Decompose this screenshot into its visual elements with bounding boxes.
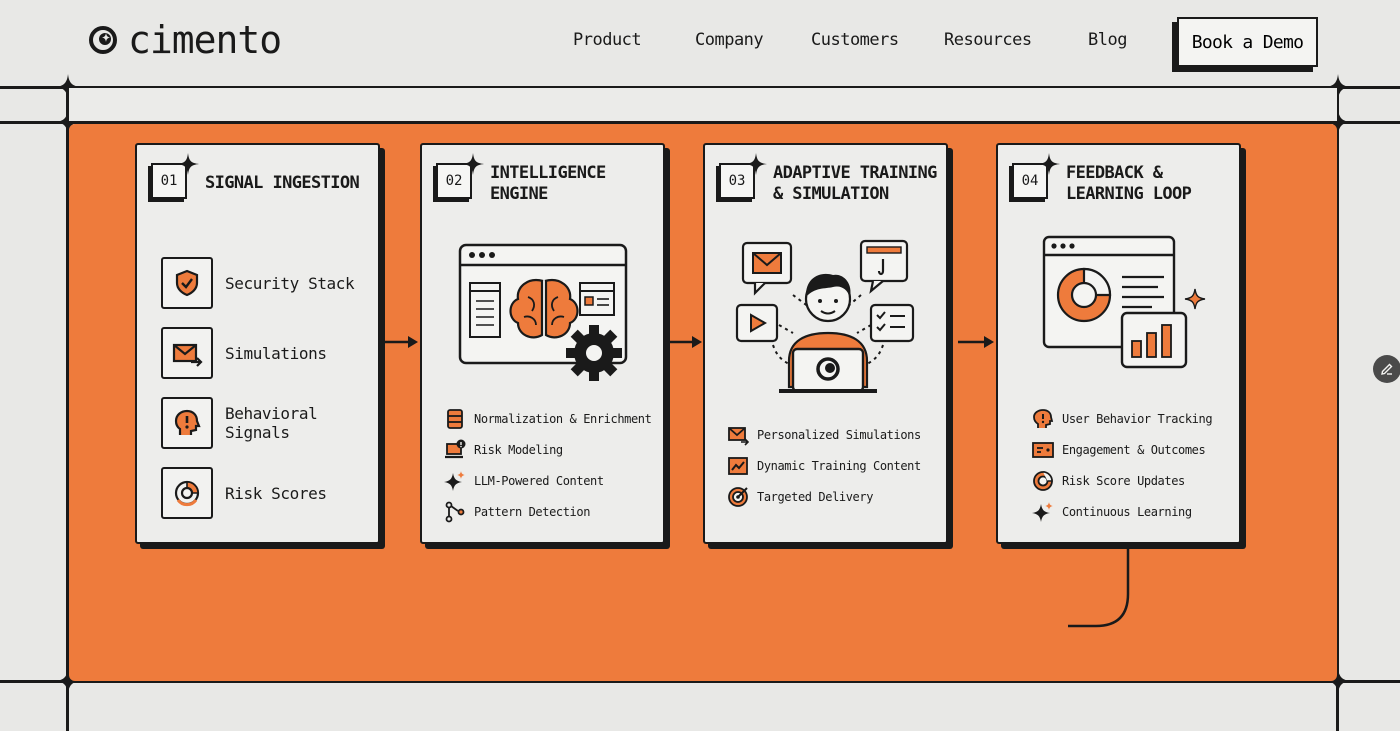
flow-icon xyxy=(445,501,465,522)
brand-name: cimento xyxy=(128,18,282,62)
step-card-feedback-loop: 04 FEEDBACK & LEARNING LOOP User Behavio… xyxy=(996,143,1241,544)
step-title: FEEDBACK & LEARNING LOOP xyxy=(1066,163,1192,204)
list-item: Dynamic Training Content xyxy=(727,450,921,481)
list-item: Risk Modeling xyxy=(444,434,651,465)
shield-check-icon xyxy=(161,257,213,309)
list-item-label: Pattern Detection xyxy=(474,504,591,519)
laptop-alert-icon xyxy=(445,439,466,458)
sparkle-icon xyxy=(1032,501,1053,522)
list-item: Personalized Simulations xyxy=(727,419,921,450)
logo-mark-icon xyxy=(89,26,117,54)
sparkle-icon xyxy=(177,153,199,175)
list-item-label: Simulations xyxy=(225,343,327,363)
step-feature-list: Normalization & Enrichment Risk Modeling… xyxy=(444,403,652,527)
step-card-intelligence-engine: 02 INTELLIGENCE ENGINE Normalization & E… xyxy=(420,143,665,544)
list-item-label: Security Stack xyxy=(225,273,355,293)
database-icon xyxy=(447,408,463,429)
edit-button[interactable] xyxy=(1373,355,1400,383)
risk-gauge-icon xyxy=(1033,470,1053,491)
list-item-label: Risk Score Updates xyxy=(1062,473,1185,488)
risk-gauge-icon xyxy=(161,467,213,519)
trend-chart-icon xyxy=(728,456,748,475)
card-icon xyxy=(1032,441,1054,458)
list-item-label: LLM-Powered Content xyxy=(474,473,604,488)
list-item: Targeted Delivery xyxy=(727,481,921,512)
sparkle-icon xyxy=(462,153,484,175)
brand-logo[interactable]: cimento xyxy=(88,18,282,62)
list-item: Engagement & Outcomes xyxy=(1032,434,1212,465)
list-item-label: Risk Modeling xyxy=(474,442,563,457)
mail-icon xyxy=(728,426,749,446)
nav-customers[interactable]: Customers xyxy=(811,30,899,50)
book-demo-button[interactable]: Book a Demo xyxy=(1177,17,1318,67)
list-item-label: User Behavior Tracking xyxy=(1062,411,1213,426)
list-item: Risk Scores xyxy=(161,467,327,519)
list-item-label: Engagement & Outcomes xyxy=(1062,442,1206,457)
step-card-signal-ingestion: 01 SIGNAL INGESTION Security Stack Simul… xyxy=(135,143,380,544)
step-feature-list: User Behavior Tracking Engagement & Outc… xyxy=(1032,403,1213,527)
brain-window-gear-illustration xyxy=(458,243,628,381)
nav-product[interactable]: Product xyxy=(573,30,642,50)
step-card-adaptive-training: 03 ADAPTIVE TRAINING & SIMULATION Person… xyxy=(703,143,948,544)
step-title: SIGNAL INGESTION xyxy=(205,173,360,193)
list-item: Risk Score Updates xyxy=(1032,465,1212,496)
list-item-label: Normalization & Enrichment xyxy=(474,411,652,426)
nav-company[interactable]: Company xyxy=(695,30,764,50)
spacer-band xyxy=(69,88,1337,121)
list-item-label: Targeted Delivery xyxy=(757,489,874,504)
sparkle-icon xyxy=(745,153,767,175)
head-alert-icon xyxy=(1033,408,1054,428)
list-item: User Behavior Tracking xyxy=(1032,403,1213,434)
arrow-right-icon xyxy=(668,336,702,348)
list-item: Pattern Detection xyxy=(444,496,651,527)
nav-blog[interactable]: Blog xyxy=(1088,30,1127,50)
head-alert-icon xyxy=(161,397,213,449)
list-item-label: Personalized Simulations xyxy=(757,427,921,442)
list-item: Normalization & Enrichment xyxy=(444,403,652,434)
step-title: INTELLIGENCE ENGINE xyxy=(490,163,606,204)
list-item: Behavioral Signals xyxy=(161,397,318,449)
sparkle-icon xyxy=(444,470,465,491)
dashboard-chart-illustration xyxy=(1042,235,1206,369)
nav-resources[interactable]: Resources xyxy=(944,30,1032,50)
step-feature-list: Personalized Simulations Dynamic Trainin… xyxy=(727,419,921,512)
arrow-right-icon xyxy=(384,336,418,348)
list-item: Security Stack xyxy=(161,257,355,309)
list-item-label: Continuous Learning xyxy=(1062,504,1192,519)
loop-connector xyxy=(1068,546,1130,628)
site-header: cimento Product Company Customers Resour… xyxy=(0,0,1400,84)
list-item: Simulations xyxy=(161,327,327,379)
list-item: Continuous Learning xyxy=(1032,496,1212,527)
sparkle-icon xyxy=(1038,153,1060,175)
target-icon xyxy=(728,486,748,507)
list-item-label: Risk Scores xyxy=(225,483,327,503)
list-item-label: Behavioral Signals xyxy=(225,404,318,442)
list-item-label: Dynamic Training Content xyxy=(757,458,921,473)
arrow-right-icon xyxy=(958,336,994,348)
mail-arrow-icon xyxy=(161,327,213,379)
step-title: ADAPTIVE TRAINING & SIMULATION xyxy=(773,163,937,204)
person-laptop-illustration xyxy=(735,239,915,393)
list-item: LLM-Powered Content xyxy=(444,465,651,496)
pencil-icon xyxy=(1381,363,1393,375)
